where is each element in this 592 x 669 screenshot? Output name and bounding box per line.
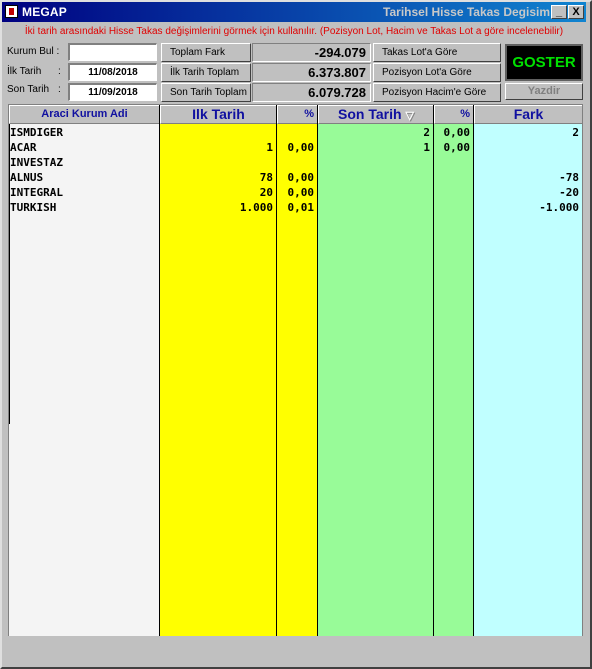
kurum-bul-label: Kurum Bul : [7,46,60,57]
table-cell-son-pct[interactable] [434,155,473,170]
fark-column-header[interactable]: Fark [474,105,582,124]
table-cell-son[interactable] [318,200,433,215]
table-cell-kurum[interactable]: ALNUS [9,170,159,185]
son-pct-column: % 0,00 0,00 [434,105,474,636]
ilk-tarih-column: Ilk Tarih 1 78 20 1.000 [160,105,277,636]
kurum-column-header[interactable]: Araci Kurum Adi [9,105,159,124]
grid-divider [9,124,10,424]
table-cell-fark[interactable]: -1.000 [474,200,582,215]
table-cell-son-pct[interactable] [434,200,473,215]
son-tarih-header-label: Son Tarih [338,106,402,122]
son-tarih-column: Son Tarih ▽ 21 [318,105,434,636]
yazdir-button[interactable]: Yazdir [505,83,583,100]
info-text: İki tarih arasındaki Hisse Takas değişim… [24,26,564,37]
takas-lot-option-button[interactable]: Takas Lot'a Göre [373,43,501,62]
table-cell-ilk-pct[interactable] [277,155,317,170]
table-cell-kurum[interactable]: ISMDIGER [9,125,159,140]
fark-column: Fark 2 -78 -20 -1.000 [474,105,583,636]
table-cell-kurum[interactable]: INVESTAZ [9,155,159,170]
table-cell-son-pct[interactable] [434,170,473,185]
kurum-column: Araci Kurum Adi ISMDIGER ACAR INVESTAZ ALNU… [9,105,160,636]
toplam-fark-label: Toplam Fark [161,43,251,62]
table-cell-fark[interactable] [474,140,582,155]
ilk-tarih-column-header[interactable]: Ilk Tarih [160,105,276,124]
table-cell-ilk[interactable]: 1.000 [160,200,276,215]
table-cell-ilk[interactable]: 78 [160,170,276,185]
window-title: MEGAP [22,5,68,19]
son-tarih-toplam-value: 6.079.728 [252,83,371,102]
fark-rows: 2 -78 -20 -1.000 [474,125,582,215]
table-cell-son-pct[interactable] [434,185,473,200]
table-cell-fark[interactable]: 2 [474,125,582,140]
pozisyon-lot-option-button[interactable]: Pozisyon Lot'a Göre [373,63,501,82]
son-pct-rows: 0,00 0,00 [434,125,473,215]
ilk-tarih-rows: 1 78 20 1.000 [160,125,276,215]
table-cell-ilk[interactable] [160,125,276,140]
son-tarih-date-field[interactable]: 11/09/2018 [68,83,157,101]
table-cell-ilk[interactable]: 20 [160,185,276,200]
table-cell-ilk-pct[interactable]: 0,00 [277,140,317,155]
table-cell-ilk[interactable]: 1 [160,140,276,155]
table-cell-son[interactable] [318,170,433,185]
data-grid[interactable]: Araci Kurum Adi ISMDIGER ACAR INVESTAZ ALNU… [8,104,583,636]
table-cell-son-pct[interactable]: 0,00 [434,140,473,155]
ilk-pct-rows: 0,00 0,00 0,00 0,01 [277,125,317,215]
son-pct-column-header[interactable]: % [434,105,473,124]
table-cell-kurum[interactable]: TURKISH [9,200,159,215]
table-cell-son[interactable] [318,185,433,200]
app-icon [5,5,18,18]
table-cell-ilk-pct[interactable] [277,125,317,140]
title-bar[interactable]: MEGAP Tarihsel Hisse Takas Degisim _ X [2,2,586,22]
ilk-tarih-toplam-label: İlk Tarih Toplam [161,63,251,82]
table-cell-ilk[interactable] [160,155,276,170]
ilk-pct-column: % 0,00 0,00 0,00 0,01 [277,105,318,636]
son-tarih-column-header[interactable]: Son Tarih ▽ [318,105,433,124]
table-cell-fark[interactable]: -78 [474,170,582,185]
sort-descending-icon: ▽ [405,110,414,122]
kurum-search-input[interactable] [68,43,157,61]
table-cell-ilk-pct[interactable]: 0,00 [277,185,317,200]
table-cell-son-pct[interactable]: 0,00 [434,125,473,140]
toplam-fark-value: -294.079 [252,43,371,62]
kurum-rows: ISMDIGER ACAR INVESTAZ ALNUS INTEGRAL TURKISH [9,125,159,215]
pozisyon-hacim-option-button[interactable]: Pozisyon Hacim'e Göre [373,83,501,102]
ilk-tarih-label: İlk Tarih [7,66,42,77]
ilk-tarih-toplam-value: 6.373.807 [252,63,371,82]
table-cell-son[interactable]: 1 [318,140,433,155]
son-tarih-colon: : [58,84,61,95]
table-cell-kurum[interactable]: ACAR [9,140,159,155]
son-tarih-rows: 21 [318,125,433,215]
table-cell-ilk-pct[interactable]: 0,01 [277,200,317,215]
minimize-button[interactable]: _ [551,5,567,19]
table-cell-ilk-pct[interactable]: 0,00 [277,170,317,185]
close-button[interactable]: X [568,5,584,19]
table-cell-son[interactable] [318,155,433,170]
ilk-tarih-date-field[interactable]: 11/08/2018 [68,63,157,81]
ilk-tarih-colon: : [58,66,61,77]
table-cell-son[interactable]: 2 [318,125,433,140]
window-subtitle: Tarihsel Hisse Takas Degisim [383,5,550,19]
goster-button[interactable]: GOSTER [505,44,583,81]
table-cell-fark[interactable] [474,155,582,170]
son-tarih-toplam-label: Son Tarih Toplam [161,83,251,102]
table-cell-kurum[interactable]: INTEGRAL [9,185,159,200]
son-tarih-label: Son Tarih [7,84,50,95]
ilk-pct-column-header[interactable]: % [277,105,317,124]
table-cell-fark[interactable]: -20 [474,185,582,200]
